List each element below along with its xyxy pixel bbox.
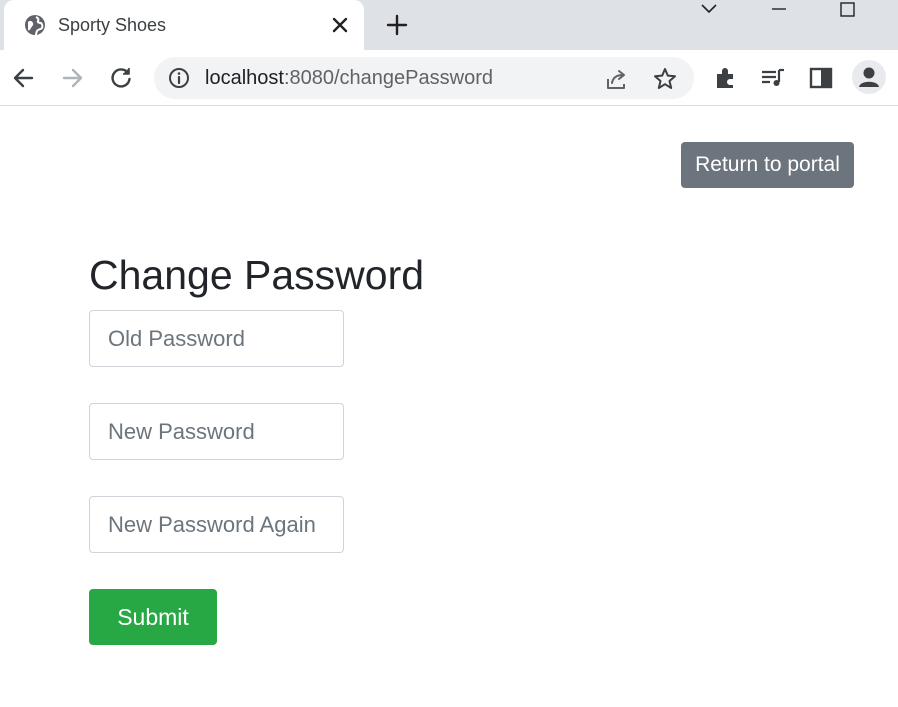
submit-button[interactable]: Submit [89, 589, 217, 645]
back-arrow-icon[interactable] [10, 64, 38, 92]
profile-icon [859, 67, 879, 87]
globe-icon [25, 15, 45, 36]
media-queue-icon[interactable] [759, 64, 787, 92]
tab-search-chevron-icon[interactable] [694, 0, 724, 22]
side-panel-icon[interactable] [807, 64, 835, 92]
star-icon[interactable] [652, 66, 678, 92]
maximize-icon[interactable] [832, 0, 862, 22]
forward-arrow-icon[interactable] [58, 64, 86, 92]
return-to-portal-button[interactable]: Return to portal [681, 142, 854, 188]
close-icon[interactable] [330, 15, 350, 35]
profile-avatar[interactable] [852, 60, 886, 94]
old-password-field[interactable] [89, 310, 344, 367]
page-title: Change Password [89, 252, 425, 298]
address-bar[interactable]: localhost:8080/changePassword [154, 57, 694, 99]
url-text[interactable]: localhost:8080/changePassword [205, 67, 493, 89]
new-password-again-field[interactable] [89, 496, 344, 553]
tab-title: Sporty Shoes [58, 15, 167, 35]
new-password-field[interactable] [89, 403, 344, 460]
share-icon[interactable] [604, 66, 630, 92]
browser-toolbar: localhost:8080/changePassword [0, 50, 898, 106]
extensions-icon[interactable] [712, 64, 740, 92]
browser-tab[interactable]: Sporty Shoes [4, 0, 364, 50]
url-path: :8080/changePassword [283, 67, 493, 89]
url-host: localhost [205, 67, 284, 89]
minimize-icon[interactable] [764, 0, 794, 22]
tab-strip: Sporty Shoes [0, 0, 898, 50]
info-icon[interactable] [168, 67, 190, 89]
new-tab-plus-icon[interactable] [385, 13, 409, 37]
reload-icon[interactable] [107, 64, 135, 92]
